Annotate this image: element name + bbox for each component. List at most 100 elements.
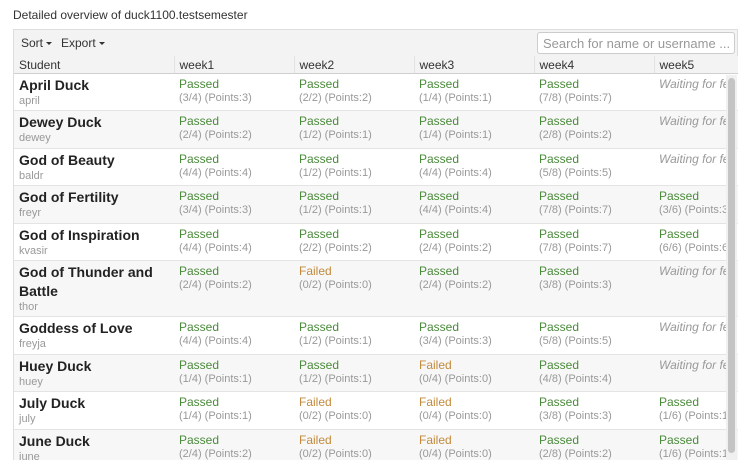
result-cell[interactable]: Passed (2/8) (Points:2) (534, 429, 654, 460)
result-cell[interactable]: Passed (2/2) (Points:2) (294, 223, 414, 261)
status-label: Passed (539, 151, 580, 166)
table-row[interactable]: God of Fertility freyr Passed (3/4) (Points… (14, 185, 738, 224)
result-cell[interactable]: Failed (0/4) (Points:0) (414, 354, 534, 392)
result-cell[interactable]: Passed (2/4) (Points:2) (174, 110, 294, 149)
column-header-week4[interactable]: week4 (533, 56, 654, 74)
result-cell[interactable]: Passed (4/4) (Points:4) (414, 185, 534, 224)
result-cell[interactable]: Passed (1/4) (Points:1) (414, 73, 534, 111)
result-cell[interactable]: Failed (0/4) (Points:0) (414, 429, 534, 460)
table-row[interactable]: April Duck april Passed (3/4) (Points:3) Pas… (14, 73, 738, 111)
status-label: Passed (179, 264, 220, 278)
student-name: God of Inspiration (19, 226, 140, 243)
status-label: Passed (179, 114, 220, 128)
result-cell[interactable]: Passed (1/2) (Points:1) (294, 110, 414, 149)
result-cell[interactable]: Passed (7/8) (Points:7) (534, 223, 654, 261)
status-label: Passed (179, 320, 220, 334)
result-cell[interactable]: Passed (5/8) (Points:5) (534, 316, 654, 355)
results-table: Student week1 week2 week3 week4 week5 April D… (14, 56, 738, 460)
student-cell[interactable]: Dewey Duck dewey (14, 110, 174, 149)
result-cell[interactable]: Failed (0/2) (Points:0) (294, 260, 414, 317)
result-cell[interactable]: Passed (4/4) (Points:4) (174, 316, 294, 355)
vertical-scrollbar[interactable] (726, 75, 737, 460)
column-header-week1[interactable]: week1 (173, 56, 294, 74)
results-grid: Student week1 week2 week3 week4 week5 April D… (13, 56, 738, 460)
result-cell[interactable]: Passed (3/4) (Points:3) (414, 316, 534, 355)
status-label: Failed (299, 432, 332, 447)
status-label: Passed (179, 395, 220, 409)
table-row[interactable]: Huey Duck huey Passed (1/4) (Points:1) Passe… (14, 354, 738, 392)
export-label: Export (61, 36, 96, 50)
table-row[interactable]: Dewey Duck dewey Passed (2/4) (Points:2) Pas… (14, 110, 738, 149)
student-username: thor (19, 301, 38, 313)
result-cell[interactable]: Passed (3/4) (Points:3) (174, 185, 294, 224)
result-cell[interactable]: Passed (3/8) (Points:3) (534, 391, 654, 430)
result-cell[interactable]: Passed (1/2) (Points:1) (294, 316, 414, 355)
result-cell[interactable]: Passed (2/4) (Points:2) (174, 429, 294, 460)
student-cell[interactable]: Huey Duck huey (14, 354, 174, 392)
result-cell[interactable]: Passed (2/4) (Points:2) (414, 260, 534, 317)
student-cell[interactable]: June Duck june (14, 429, 174, 460)
student-cell[interactable]: God of Beauty baldr (14, 148, 174, 186)
result-cell[interactable]: Passed (4/8) (Points:4) (534, 354, 654, 392)
points-detail: (2/2) (Points:2) (299, 91, 372, 104)
result-cell[interactable]: Failed (0/4) (Points:0) (414, 391, 534, 430)
student-cell[interactable]: God of Inspiration kvasir (14, 223, 174, 261)
student-cell[interactable]: God of Fertility freyr (14, 185, 174, 224)
result-cell[interactable]: Passed (3/4) (Points:3) (174, 73, 294, 111)
points-detail: (1/4) (Points:1) (179, 372, 252, 385)
search-input[interactable] (537, 32, 735, 54)
result-cell[interactable]: Passed (3/8) (Points:3) (534, 260, 654, 317)
student-cell[interactable]: Goddess of Love freyja (14, 316, 174, 355)
column-header-week2[interactable]: week2 (293, 56, 414, 74)
result-cell[interactable]: Passed (5/8) (Points:5) (534, 148, 654, 186)
result-cell[interactable]: Passed (7/8) (Points:7) (534, 73, 654, 111)
points-detail: (1/4) (Points:1) (419, 91, 492, 104)
result-cell[interactable]: Passed (1/2) (Points:1) (294, 185, 414, 224)
points-detail: (4/4) (Points:4) (419, 166, 492, 179)
table-row[interactable]: Goddess of Love freyja Passed (4/4) (Points… (14, 316, 738, 355)
points-detail: (1/2) (Points:1) (299, 335, 372, 347)
table-row[interactable]: July Duck july Passed (1/4) (Points:1) Faile… (14, 391, 738, 430)
status-label: Passed (299, 114, 340, 128)
result-cell[interactable]: Passed (1/2) (Points:1) (294, 148, 414, 186)
column-header-student[interactable]: Student (14, 56, 174, 74)
table-row[interactable]: June Duck june Passed (2/4) (Points:2) Faile… (14, 429, 738, 460)
result-cell[interactable]: Passed (1/2) (Points:1) (294, 354, 414, 392)
points-detail: (2/4) (Points:2) (419, 241, 492, 254)
result-cell[interactable]: Passed (7/8) (Points:7) (534, 185, 654, 224)
result-cell[interactable]: Passed (4/4) (Points:4) (414, 148, 534, 186)
header-row: Student week1 week2 week3 week4 week5 (14, 56, 738, 74)
result-cell[interactable]: Passed (2/8) (Points:2) (534, 110, 654, 149)
result-cell[interactable]: Failed (0/2) (Points:0) (294, 429, 414, 460)
result-cell[interactable]: Passed (4/4) (Points:4) (174, 223, 294, 261)
result-cell[interactable]: Passed (2/4) (Points:2) (174, 260, 294, 317)
table-row[interactable]: God of Beauty baldr Passed (4/4) (Points:4)… (14, 148, 738, 186)
status-label: Failed (419, 395, 452, 409)
status-label: Passed (299, 357, 340, 372)
table-row[interactable]: God of Inspiration kvasir Passed (4/4) (Poi… (14, 223, 738, 261)
result-cell[interactable]: Passed (1/4) (Points:1) (174, 354, 294, 392)
result-cell[interactable]: Passed (1/4) (Points:1) (174, 391, 294, 430)
scrollbar-thumb[interactable] (728, 78, 735, 453)
points-detail: (4/8) (Points:4) (539, 372, 612, 385)
points-detail: (1/4) (Points:1) (179, 410, 252, 422)
student-name: Goddess of Love (19, 320, 133, 336)
student-name: June Duck (19, 432, 90, 449)
result-cell[interactable]: Passed (2/2) (Points:2) (294, 73, 414, 111)
result-cell[interactable]: Failed (0/2) (Points:0) (294, 391, 414, 430)
points-detail: (3/8) (Points:3) (539, 410, 612, 422)
student-username: june (19, 450, 40, 460)
export-button[interactable]: Export (61, 36, 105, 50)
student-cell[interactable]: April Duck april (14, 73, 174, 111)
student-cell[interactable]: God of Thunder and Battle thor (14, 260, 174, 317)
result-cell[interactable]: Passed (2/4) (Points:2) (414, 223, 534, 261)
column-header-week5[interactable]: week5 (653, 56, 738, 74)
status-label: Passed (539, 189, 580, 203)
sort-label: Sort (21, 36, 44, 50)
result-cell[interactable]: Passed (1/4) (Points:1) (414, 110, 534, 149)
table-row[interactable]: God of Thunder and Battle thor Passed (2/4)… (14, 260, 738, 317)
column-header-week3[interactable]: week3 (413, 56, 534, 74)
student-cell[interactable]: July Duck july (14, 391, 174, 430)
sort-button[interactable]: Sort (21, 36, 53, 50)
result-cell[interactable]: Passed (4/4) (Points:4) (174, 148, 294, 186)
